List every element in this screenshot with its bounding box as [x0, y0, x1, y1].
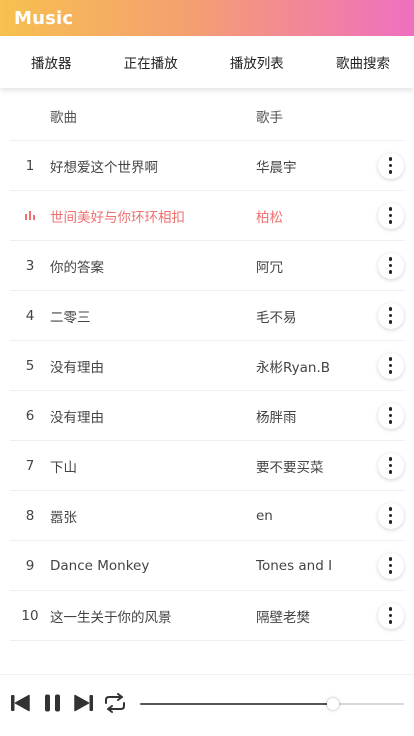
song-title: 世间美好与你环环相扣 — [50, 209, 185, 226]
table-row[interactable]: 4 二零三 毛不易 — [10, 291, 405, 341]
table-row[interactable]: 1 好想爱这个世界啊 华晨宇 — [10, 141, 405, 191]
row-index: 9 — [25, 557, 35, 574]
more-options-icon[interactable] — [377, 502, 404, 529]
tab-now-playing[interactable]: 正在播放 — [124, 52, 178, 72]
tab-playlist[interactable]: 播放列表 — [230, 52, 284, 72]
more-options-icon[interactable] — [377, 352, 404, 379]
row-index: 5 — [25, 357, 35, 374]
header-artist: 歌手 — [256, 110, 283, 126]
app-header: Music — [0, 0, 414, 36]
artist-name: 柏松 — [256, 209, 283, 226]
now-playing-icon — [10, 208, 50, 224]
row-index: 6 — [25, 407, 35, 424]
tab-player[interactable]: 播放器 — [31, 52, 72, 72]
table-header: 歌曲 歌手 — [10, 92, 405, 141]
repeat-icon — [105, 693, 125, 713]
row-index: 1 — [25, 157, 35, 174]
nav-tabs: 播放器 正在播放 播放列表 歌曲搜索 — [0, 36, 414, 88]
song-rows: 1 好想爱这个世界啊 华晨宇 世间美好与你环环相扣 柏松 3 你的答案 阿冗 4 二零三 毛不易 5 没… — [10, 141, 405, 641]
row-index: 10 — [21, 607, 39, 624]
artist-name: 毛不易 — [256, 309, 297, 326]
pause-icon — [45, 694, 60, 712]
progress-thumb[interactable] — [326, 698, 339, 710]
skip-next-icon — [74, 694, 93, 712]
more-options-icon[interactable] — [377, 152, 404, 179]
progress-fill — [140, 703, 333, 705]
song-title: 没有理由 — [50, 409, 104, 426]
tab-song-search[interactable]: 歌曲搜索 — [336, 52, 390, 72]
artist-name: 隔壁老樊 — [256, 609, 310, 626]
row-index: 3 — [25, 257, 35, 274]
player-bar — [0, 674, 414, 736]
more-options-icon[interactable] — [377, 252, 404, 279]
more-options-icon[interactable] — [377, 452, 404, 479]
equalizer-icon — [25, 210, 35, 220]
table-row[interactable]: 10 这一生关于你的风景 隔壁老樊 — [10, 591, 405, 641]
artist-name: 阿冗 — [256, 259, 283, 276]
song-title: 嚣张 — [50, 509, 77, 526]
skip-previous-button[interactable] — [10, 693, 30, 717]
table-row[interactable]: 5 没有理由 永彬Ryan.B — [10, 341, 405, 391]
song-title: 这一生关于你的风景 — [50, 609, 172, 626]
song-table: 歌曲 歌手 1 好想爱这个世界啊 华晨宇世间美好与你环环相扣 柏松 3 你的答案 阿冗 4 二零… — [10, 92, 405, 641]
pause-button[interactable] — [44, 693, 62, 717]
app-title: Music — [14, 7, 74, 29]
table-row[interactable]: 9 Dance Monkey Tones and I — [10, 541, 405, 591]
song-title: 二零三 — [50, 309, 91, 326]
more-options-icon[interactable] — [377, 202, 404, 229]
artist-name: en — [256, 507, 273, 524]
table-row[interactable]: 7 下山 要不要买菜 — [10, 441, 405, 491]
table-row-playing[interactable]: 世间美好与你环环相扣 柏松 — [10, 191, 405, 241]
artist-name: 杨胖雨 — [256, 409, 297, 426]
song-title: 没有理由 — [50, 359, 104, 376]
progress-slider[interactable] — [140, 698, 404, 710]
table-row[interactable]: 3 你的答案 阿冗 — [10, 241, 405, 291]
table-row[interactable]: 6 没有理由 杨胖雨 — [10, 391, 405, 441]
song-title: 好想爱这个世界啊 — [50, 159, 158, 176]
more-options-icon[interactable] — [377, 602, 404, 629]
header-song: 歌曲 — [50, 110, 77, 126]
artist-name: 华晨宇 — [256, 159, 297, 176]
song-title: 下山 — [50, 459, 77, 476]
row-index: 7 — [25, 457, 35, 474]
repeat-button[interactable] — [103, 693, 127, 717]
table-row[interactable]: 8 嚣张 en — [10, 491, 405, 541]
artist-name: 永彬Ryan.B — [256, 359, 331, 376]
skip-next-button[interactable] — [74, 693, 94, 717]
skip-previous-icon — [11, 694, 30, 712]
row-index: 8 — [25, 507, 35, 524]
more-options-icon[interactable] — [377, 552, 404, 579]
song-title: Dance Monkey — [50, 557, 150, 574]
artist-name: Tones and I — [256, 557, 333, 574]
more-options-icon[interactable] — [377, 302, 404, 329]
artist-name: 要不要买菜 — [256, 459, 324, 476]
song-title: 你的答案 — [50, 259, 104, 276]
more-options-icon[interactable] — [377, 402, 404, 429]
row-index: 4 — [25, 307, 35, 324]
